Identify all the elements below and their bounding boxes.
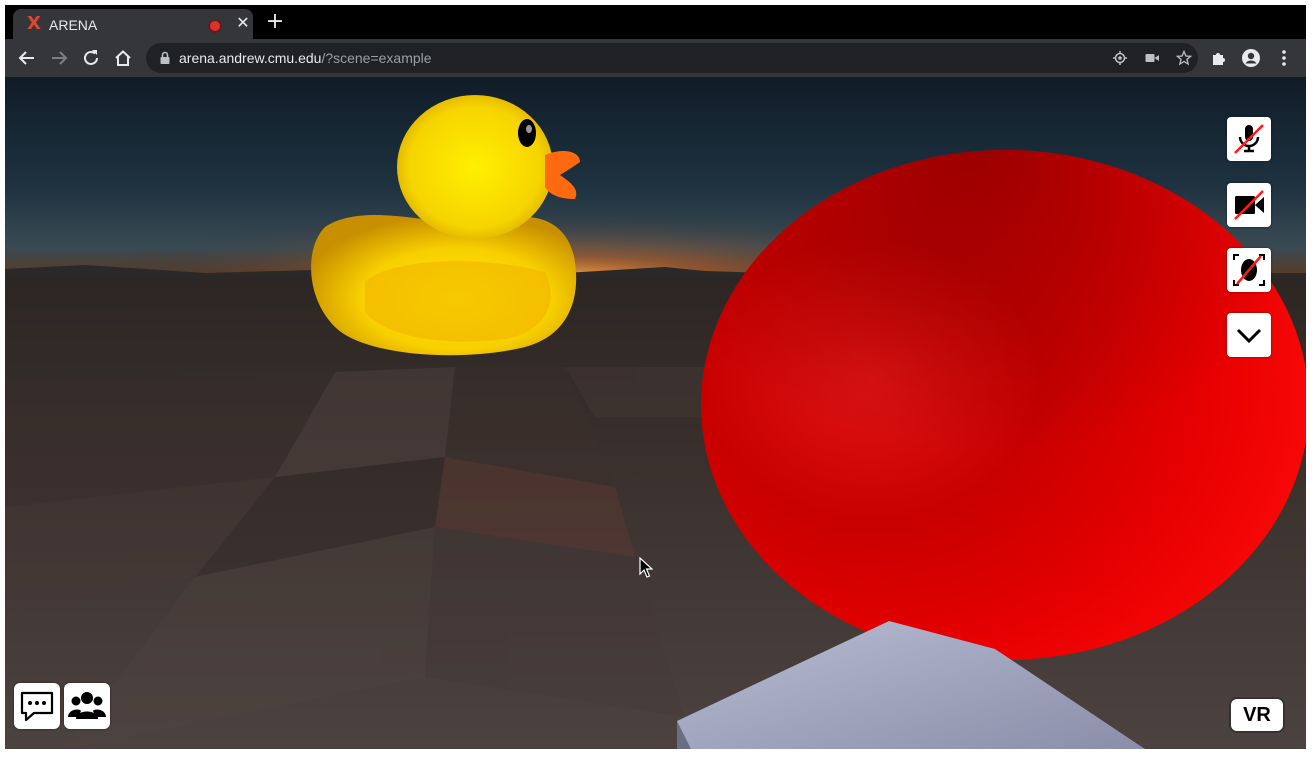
new-tab-button[interactable]: +	[265, 11, 285, 33]
users-button[interactable]	[64, 683, 110, 729]
browser-toolbar: arena.andrew.cmu.edu/?scene=example	[5, 39, 1306, 77]
avatar-face-off-button[interactable]	[1227, 248, 1271, 292]
url-text: arena.andrew.cmu.edu/?scene=example	[179, 50, 432, 66]
tab-strip: X ARENA ✕ +	[5, 5, 1306, 39]
tab-favicon: X	[27, 13, 41, 34]
mic-muted-button[interactable]	[1227, 117, 1271, 161]
address-bar[interactable]: arena.andrew.cmu.edu/?scene=example	[146, 43, 1198, 73]
browser-window: X ARENA ✕ + arena.andrew.cmu.edu/?scene=…	[5, 5, 1306, 749]
location-icon[interactable]	[1112, 50, 1128, 66]
star-icon[interactable]	[1176, 50, 1192, 66]
back-arrow-icon[interactable]	[16, 47, 38, 69]
lock-icon	[160, 51, 170, 64]
scene-canvas[interactable]	[5, 77, 1306, 749]
recording-indicator-icon	[210, 21, 220, 31]
puzzle-icon[interactable]	[1208, 47, 1230, 69]
camera-icon[interactable]	[1144, 50, 1160, 66]
tab-title: ARENA	[49, 17, 98, 33]
expand-more-button[interactable]	[1227, 313, 1271, 357]
browser-tab[interactable]: X ARENA ✕	[13, 9, 253, 39]
chat-button[interactable]	[14, 683, 60, 729]
tab-close-icon[interactable]: ✕	[234, 14, 252, 32]
home-icon[interactable]	[112, 47, 134, 69]
vr-button[interactable]: VR	[1229, 697, 1285, 733]
red-sphere[interactable]	[701, 150, 1306, 660]
profile-icon[interactable]	[1240, 47, 1262, 69]
url-host: arena.andrew.cmu.edu	[179, 50, 322, 66]
url-path: /?scene=example	[321, 50, 432, 66]
mouse-cursor-icon	[639, 557, 653, 578]
menu-dots-icon[interactable]	[1273, 47, 1295, 69]
forward-arrow-icon[interactable]	[48, 47, 70, 69]
arena-3d-scene[interactable]: VR	[5, 77, 1306, 749]
reload-icon[interactable]	[80, 47, 102, 69]
camera-off-button[interactable]	[1227, 183, 1271, 227]
